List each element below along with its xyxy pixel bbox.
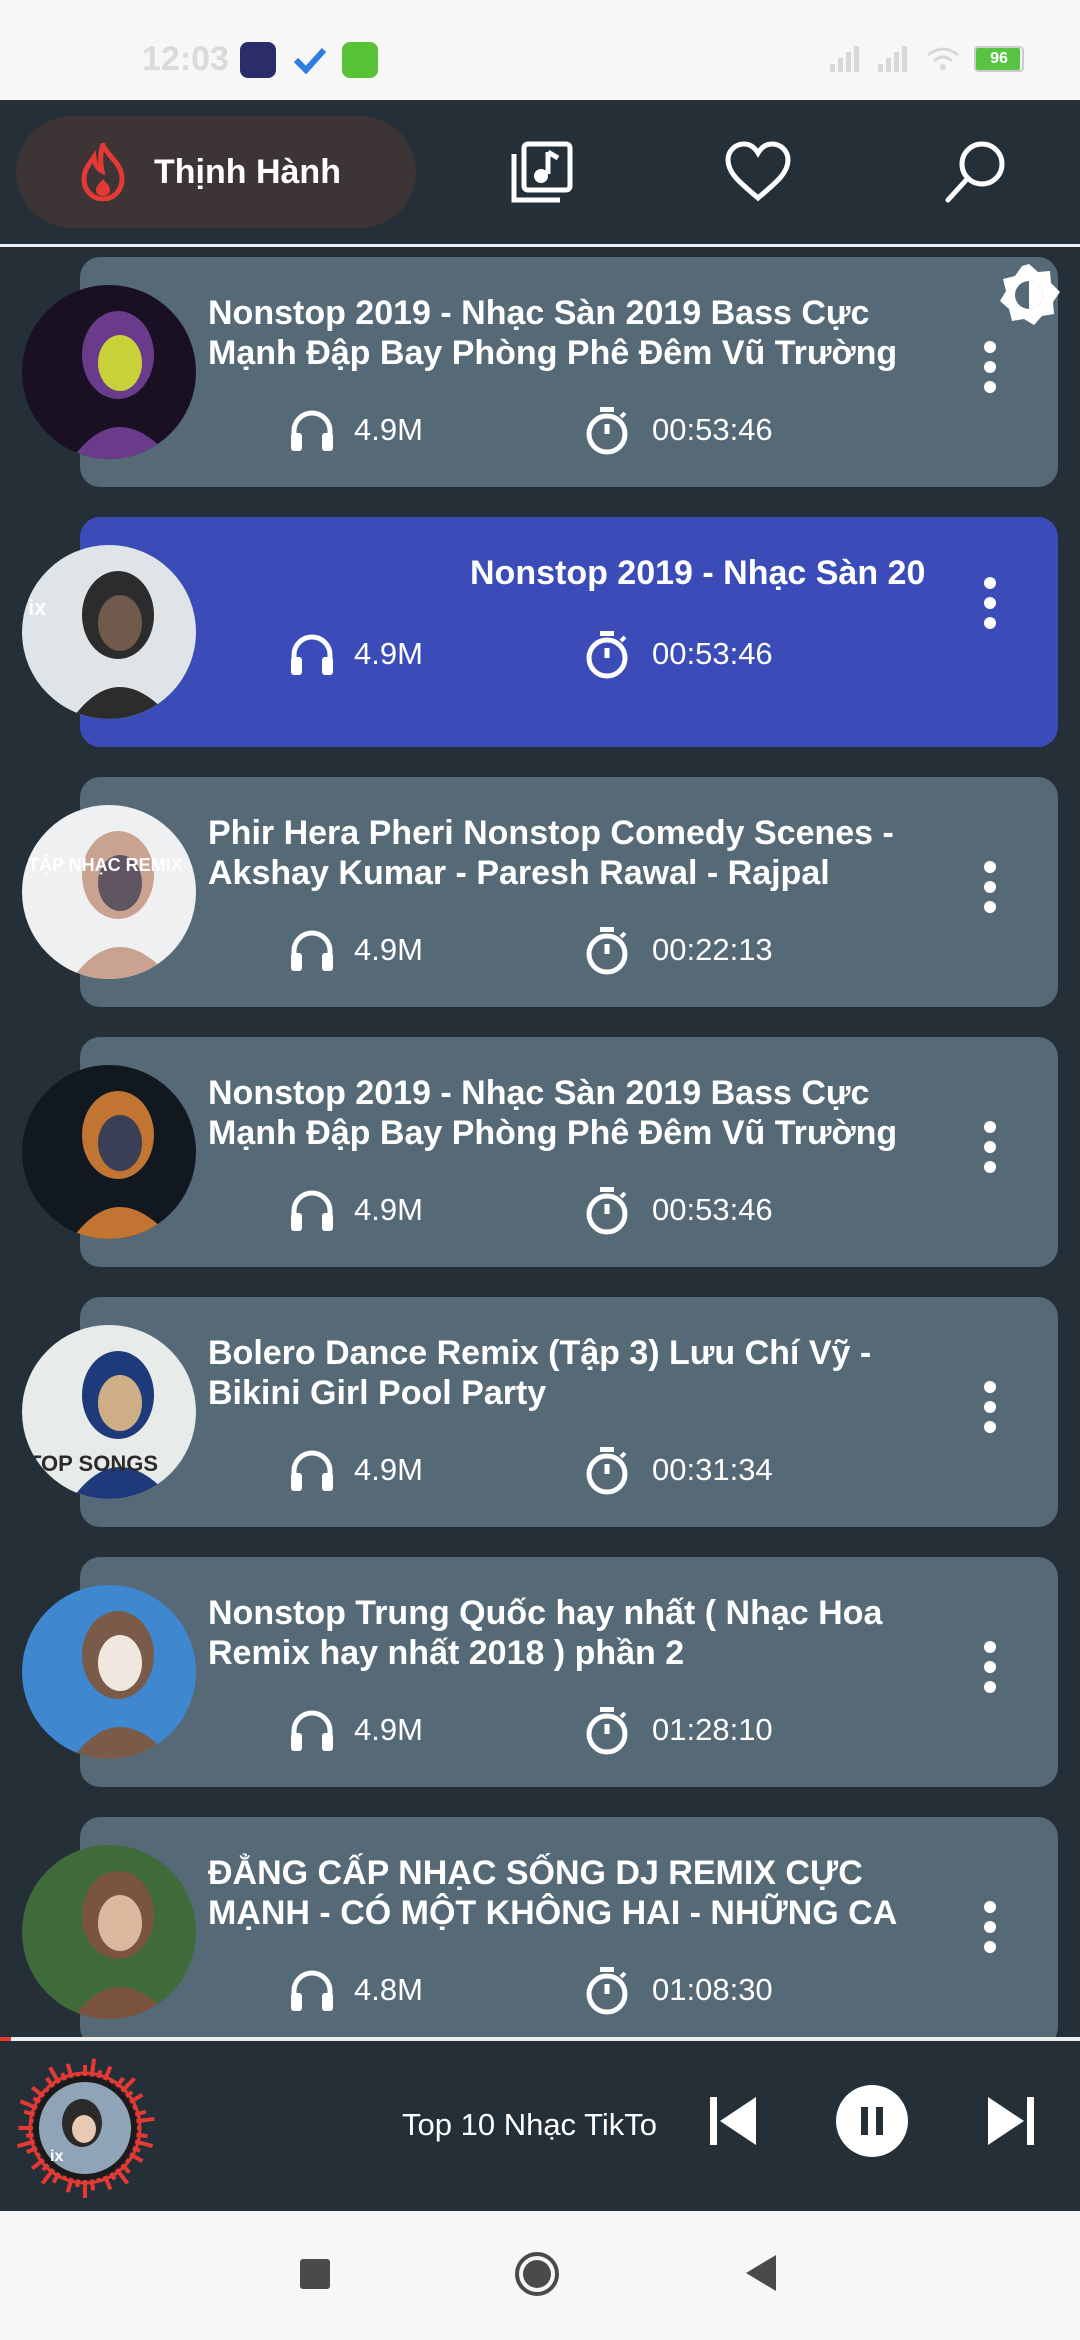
wifi-icon xyxy=(927,47,959,70)
fire-icon xyxy=(81,143,125,201)
heart-icon[interactable] xyxy=(722,136,794,208)
stopwatch-icon xyxy=(586,1967,628,2015)
stopwatch-icon xyxy=(586,631,628,679)
mini-player[interactable]: ix Top 10 Nhạc TikTo xyxy=(0,2037,1080,2215)
headphones-icon xyxy=(291,1190,333,1231)
play-count: 4.9M xyxy=(354,412,423,447)
song-meta: 4.9M 01:28:10 xyxy=(208,1705,773,1755)
song-card[interactable]: TOP SONGS Bolero Dance Remix (Tập 3) Lưu … xyxy=(22,1297,1058,1527)
stopwatch-icon xyxy=(586,1447,628,1495)
song-title: Nonstop 2019 - Nhạc Sàn 2019 Bass Cực Mạ… xyxy=(208,294,898,372)
top-tab-bar: Thịnh Hành xyxy=(0,100,1080,247)
more-options-icon[interactable] xyxy=(980,1637,1000,1697)
game-app-icon xyxy=(240,42,276,78)
song-title: Nonstop 2019 - Nhạc Sàn 20 xyxy=(470,554,926,592)
signal-icon xyxy=(830,46,859,72)
svg-text:ix: ix xyxy=(50,2148,63,2165)
song-title: Nonstop Trung Quốc hay nhất ( Nhạc Hoa R… xyxy=(208,1594,883,1672)
song-card[interactable]: Nonstop 2019 - Nhạc Sàn 2019 Bass Cực Mạ… xyxy=(22,1037,1058,1267)
more-options-icon[interactable] xyxy=(980,1377,1000,1437)
more-options-icon[interactable] xyxy=(980,857,1000,917)
more-options-icon[interactable] xyxy=(980,573,1000,633)
headphones-icon xyxy=(291,930,333,971)
battery-level: 96 xyxy=(990,50,1008,67)
play-count: 4.9M xyxy=(354,636,423,671)
headphones-icon xyxy=(291,410,333,451)
song-title: Phir Hera Pheri Nonstop Comedy Scenes - … xyxy=(208,814,894,892)
song-duration: 01:28:10 xyxy=(652,1712,773,1747)
headphones-icon xyxy=(291,1710,333,1751)
thumbnail-label: TOP SONGS xyxy=(28,1451,159,1476)
play-count: 4.9M xyxy=(354,1712,423,1747)
headphones-icon xyxy=(291,634,333,675)
status-icons: 96 xyxy=(830,46,1024,72)
previous-icon[interactable] xyxy=(708,2093,758,2149)
search-icon[interactable] xyxy=(940,136,1012,208)
play-count: 4.9M xyxy=(354,1452,423,1487)
song-thumbnail[interactable] xyxy=(22,285,196,459)
music-library-icon[interactable] xyxy=(506,136,578,208)
playback-progress[interactable] xyxy=(0,2037,11,2041)
headphones-icon xyxy=(291,1970,333,2011)
song-thumbnail[interactable] xyxy=(22,1065,196,1239)
song-thumbnail[interactable]: ix xyxy=(22,545,196,719)
song-meta: 4.9M 00:22:13 xyxy=(208,925,773,975)
song-card[interactable]: Nonstop Trung Quốc hay nhất ( Nhạc Hoa R… xyxy=(22,1557,1058,1787)
song-card[interactable]: ix Nonstop 2019 - Nhạc Sàn 20 4.9M 00:53:46 xyxy=(22,517,1058,747)
song-meta: 4.9M 00:53:46 xyxy=(208,629,773,679)
play-count: 4.8M xyxy=(354,1972,423,2007)
thumbnail-label: TẬP NHẠC REMIX xyxy=(28,855,183,875)
play-count: 4.9M xyxy=(354,1192,423,1227)
song-thumbnail[interactable] xyxy=(22,1845,196,2019)
signal-icon-2 xyxy=(878,46,907,72)
more-options-icon[interactable] xyxy=(980,1897,1000,1957)
song-meta: 4.9M 00:53:46 xyxy=(208,405,773,455)
status-bar: 12:03 96 xyxy=(0,0,1080,100)
song-thumbnail[interactable]: TẬP NHẠC REMIX xyxy=(22,805,196,979)
song-duration: 00:53:46 xyxy=(652,636,773,671)
song-thumbnail[interactable]: TOP SONGS xyxy=(22,1325,196,1499)
song-card[interactable]: TẬP NHẠC REMIX Phir Hera Pheri Nonstop Co… xyxy=(22,777,1058,1007)
song-meta: 4.8M 01:08:30 xyxy=(208,1965,773,2015)
song-thumbnail[interactable] xyxy=(22,1585,196,1759)
back-button[interactable] xyxy=(742,2253,778,2293)
song-card[interactable]: Nonstop 2019 - Nhạc Sàn 2019 Bass Cực Mạ… xyxy=(22,257,1058,487)
battery-icon: 96 xyxy=(974,46,1024,72)
android-app-icon xyxy=(342,42,378,78)
status-time: 12:03 xyxy=(142,40,229,78)
song-duration: 00:22:13 xyxy=(652,932,773,967)
song-duration: 00:31:34 xyxy=(652,1452,773,1487)
song-title: ĐẲNG CẤP NHẠC SỐNG DJ REMIX CỰC MẠNH - C… xyxy=(208,1854,897,1932)
stopwatch-icon xyxy=(586,407,628,455)
song-duration: 01:08:30 xyxy=(652,1972,773,2007)
tab-trending-label: Thịnh Hành xyxy=(154,152,341,191)
stopwatch-icon xyxy=(586,927,628,975)
song-title: Bolero Dance Remix (Tập 3) Lưu Chí Vỹ - … xyxy=(208,1334,872,1412)
home-button[interactable] xyxy=(514,2251,560,2297)
now-playing-artwork[interactable]: ix xyxy=(10,2053,160,2203)
next-icon[interactable] xyxy=(986,2093,1036,2149)
tab-trending[interactable]: Thịnh Hành xyxy=(16,116,416,228)
song-duration: 00:53:46 xyxy=(652,1192,773,1227)
song-title: Nonstop 2019 - Nhạc Sàn 2019 Bass Cực Mạ… xyxy=(208,1074,898,1152)
system-nav-bar xyxy=(0,2211,1080,2340)
song-duration: 00:53:46 xyxy=(652,412,773,447)
recents-button[interactable] xyxy=(300,2259,330,2289)
brightness-icon[interactable] xyxy=(996,262,1062,328)
song-meta: 4.9M 00:53:46 xyxy=(208,1185,773,1235)
check-app-icon xyxy=(292,42,328,78)
stopwatch-icon xyxy=(586,1707,628,1755)
song-meta: 4.9M 00:31:34 xyxy=(208,1445,773,1495)
stopwatch-icon xyxy=(586,1187,628,1235)
more-options-icon[interactable] xyxy=(980,1117,1000,1177)
thumbnail-label: ix xyxy=(28,595,47,620)
more-options-icon[interactable] xyxy=(980,337,1000,397)
pause-icon[interactable] xyxy=(834,2083,910,2159)
headphones-icon xyxy=(291,1450,333,1491)
play-count: 4.9M xyxy=(354,932,423,967)
song-list[interactable]: Nonstop 2019 - Nhạc Sàn 2019 Bass Cực Mạ… xyxy=(0,247,1080,2037)
song-card[interactable]: ĐẲNG CẤP NHẠC SỐNG DJ REMIX CỰC MẠNH - C… xyxy=(22,1817,1058,2037)
now-playing-title[interactable]: Top 10 Nhạc TikTo xyxy=(402,2107,672,2143)
